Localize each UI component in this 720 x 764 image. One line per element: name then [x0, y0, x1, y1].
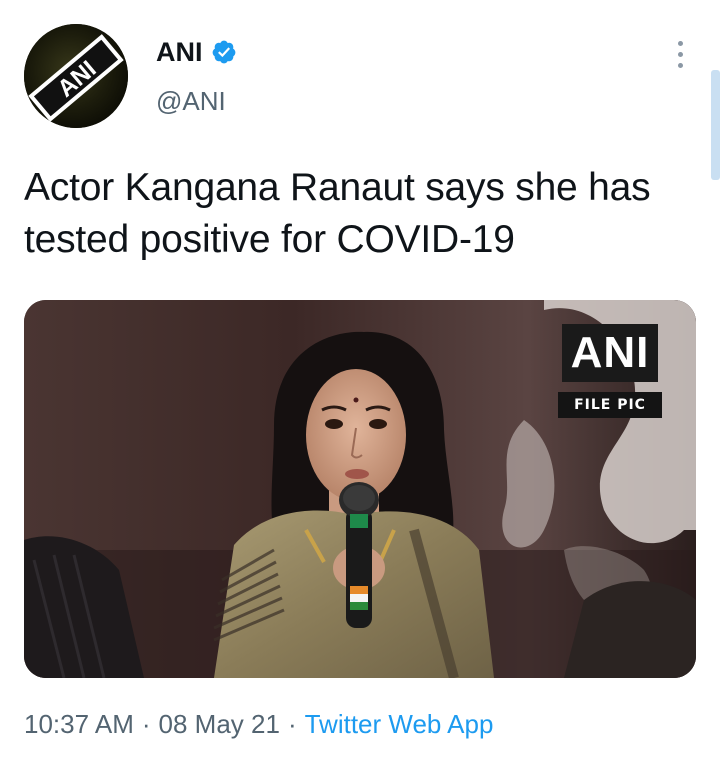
meta-separator: · — [141, 709, 151, 739]
tweet-time[interactable]: 10:37 AM — [24, 709, 134, 739]
scrollbar-thumb[interactable] — [711, 70, 720, 180]
display-name[interactable]: ANI — [156, 34, 203, 70]
media-watermark: ANI FILE PIC — [536, 324, 662, 418]
user-handle[interactable]: @ANI — [156, 84, 226, 118]
display-name-row[interactable]: ANI — [156, 34, 237, 70]
more-vertical-icon — [677, 40, 683, 46]
tweet-source-link[interactable]: Twitter Web App — [305, 709, 494, 739]
tweet-meta: 10:37 AM · 08 May 21 · Twitter Web App — [24, 706, 493, 742]
watermark-logo: ANI — [562, 324, 658, 382]
tweet-text: Actor Kangana Ranaut says she has tested… — [24, 166, 651, 261]
watermark-label: FILE PIC — [558, 392, 662, 418]
verified-badge-icon — [212, 40, 235, 64]
meta-separator: · — [287, 709, 297, 739]
more-options-button[interactable] — [664, 36, 696, 72]
tweet-date[interactable]: 08 May 21 — [159, 709, 280, 739]
ani-logo-icon: ANI — [24, 24, 128, 128]
avatar[interactable]: ANI — [24, 24, 128, 128]
